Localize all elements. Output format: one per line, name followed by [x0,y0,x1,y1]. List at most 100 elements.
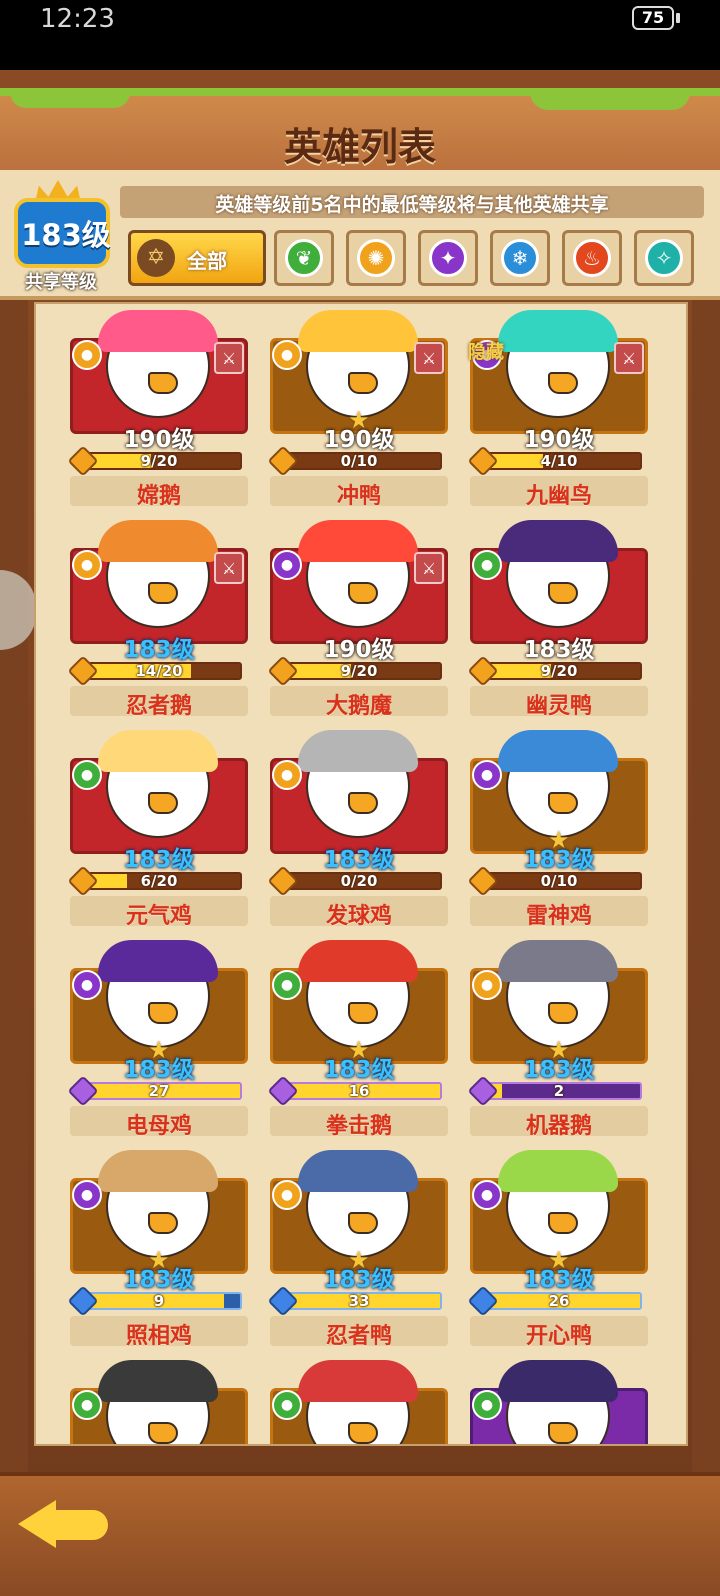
element-icon: ● [272,550,302,580]
hero-headwear [298,1360,418,1402]
element-icon: ● [272,970,302,1000]
hero-card[interactable]: ● ★ 183级 2 机器鹅 [467,940,648,1140]
hero-headwear [98,730,218,772]
hero-beak [148,1212,178,1234]
hero-card[interactable]: ● ⚔ 190级 9/20 大鹅魔 [267,520,448,720]
hero-name: 冲鸭 [336,484,381,509]
name-plate: 机器鹅 [470,1106,648,1139]
hero-card[interactable]: ● ⚔ 190级 9/20 嫦鹅 [67,310,248,510]
progress-text: 9 [153,1292,165,1310]
hero-name: 忍者鹅 [125,694,192,719]
hexagram-icon: ✡ [137,239,175,277]
progress-text: 6/20 [140,872,178,890]
hero-name: 开心鸭 [525,1324,592,1349]
hero-card[interactable]: ● ★ 183级 26 开心鸭 [467,1150,648,1350]
hero-card[interactable]: ● 183级 9/20 幽灵鸭 [467,520,648,720]
name-plate: 冲鸭 [270,476,448,509]
hero-headwear [298,310,418,352]
info-banner: 英雄等级前5名中的最低等级将与其他英雄共享 [120,186,704,218]
element-icon: ● [272,340,302,370]
hero-card[interactable]: ● ★ 183级 27 电母鸡 [67,940,248,1140]
hero-name: 元气鸡 [125,904,192,929]
shield-icon: 183级 [14,198,111,268]
hero-name: 雷神鸡 [525,904,592,929]
grass-decoration [530,92,690,110]
hero-card[interactable]: ● ★ 183级 9 照相鸡 [67,1150,248,1350]
hero-headwear [98,1360,218,1402]
hero-level: 183级 [523,1267,595,1293]
name-plate: 幽灵鸭 [470,686,648,719]
shard-progress-bar: 9 [67,1285,242,1317]
name-plate: 发球鸡 [270,896,448,929]
hero-avatar [498,310,618,418]
hero-headwear [498,520,618,562]
hero-beak [548,1212,578,1234]
hero-card[interactable]: ● ★ 183级 16 拳击鹅 [267,940,448,1140]
filter-ice-button[interactable]: ❄ [490,230,550,286]
battery-icon: 75 [632,6,674,30]
filter-nature-button[interactable]: ❦ [274,230,334,286]
wood-frame-left [0,290,28,1530]
hero-beak [548,372,578,394]
hero-avatar [298,310,418,418]
hero-card[interactable]: ● ★ 183级 0/10 雷神鸡 [467,730,648,930]
back-button[interactable] [18,1490,110,1554]
filter-fire-button[interactable]: ♨ [562,230,622,286]
filter-shadow-button[interactable]: ✦ [418,230,478,286]
hero-card[interactable]: ● [270,1360,448,1444]
hero-level: 183级 [123,637,195,663]
name-plate: 拳击鹅 [270,1106,448,1139]
hero-level: 190级 [523,427,595,453]
filter-sun-button[interactable]: ✺ [346,230,406,286]
shared-level-label: 共享等级 [25,272,97,293]
hero-card[interactable]: ● ⚔ 183级 14/20 忍者鹅 [67,520,248,720]
hero-card[interactable]: ● ★ 183级 33 忍者鸭 [267,1150,448,1350]
status-time: 12:23 [40,4,115,34]
name-plate: 电母鸡 [70,1106,248,1139]
hero-headwear [98,1150,218,1192]
fire-icon: ♨ [573,239,611,277]
filter-storm-button[interactable]: ✧ [634,230,694,286]
shard-progress-bar: 2 [467,1075,642,1107]
progress-text: 9/20 [140,452,178,470]
hero-headwear [498,730,618,772]
shard-progress-bar: 9/20 [67,445,242,477]
battery-tip [676,13,680,23]
hero-beak [348,1212,378,1234]
shard-progress-bar: 9/20 [267,655,442,687]
hero-beak [548,1002,578,1024]
progress-text: 0/10 [540,872,578,890]
shared-level-value: 183级 [21,218,111,252]
hero-headwear [298,1150,418,1192]
hero-avatar [498,940,618,1048]
hero-card[interactable]: ● ⚔ 隐藏 190级 4/10 九幽鸟 [467,310,648,510]
hero-name: 大鹅魔 [325,694,392,719]
shard-progress-bar: 33 [267,1285,442,1317]
hero-grid[interactable]: ● ⚔ 190级 9/20 嫦鹅 ● ⚔ ★ 190级 0/10 冲鸭 ● ⚔ 隐藏 190级 4/10 九幽鸟… [34,302,688,1446]
hero-beak [548,792,578,814]
hero-name: 幽灵鸭 [525,694,592,719]
shared-level-badge[interactable]: 183级 共享等级 [6,180,111,293]
element-icon: ● [472,1390,502,1420]
hero-card[interactable]: ● [70,1360,248,1444]
hero-card[interactable]: ● 183级 0/20 发球鸡 [267,730,448,930]
crossed-swords-icon: ⚔ [614,342,644,374]
shard-progress-bar: 14/20 [67,655,242,687]
filter-all-button[interactable]: ✡ 全部 [128,230,266,286]
hero-card[interactable]: ● [470,1360,648,1444]
hero-headwear [498,1150,618,1192]
element-icon: ● [272,760,302,790]
shard-progress-bar: 27 [67,1075,242,1107]
shadow-icon: ✦ [429,239,467,277]
progress-text: 0/20 [340,872,378,890]
hero-beak [148,372,178,394]
side-drawer-tab[interactable] [0,570,36,650]
hero-beak [348,1422,378,1444]
hero-avatar [98,1360,218,1444]
ice-icon: ❄ [501,239,539,277]
hero-level: 183级 [523,847,595,873]
name-plate: 忍者鸭 [270,1316,448,1349]
hero-card[interactable]: ● 183级 6/20 元气鸡 [67,730,248,930]
hero-card[interactable]: ● ⚔ ★ 190级 0/10 冲鸭 [267,310,448,510]
hero-level: 183级 [523,1057,595,1083]
